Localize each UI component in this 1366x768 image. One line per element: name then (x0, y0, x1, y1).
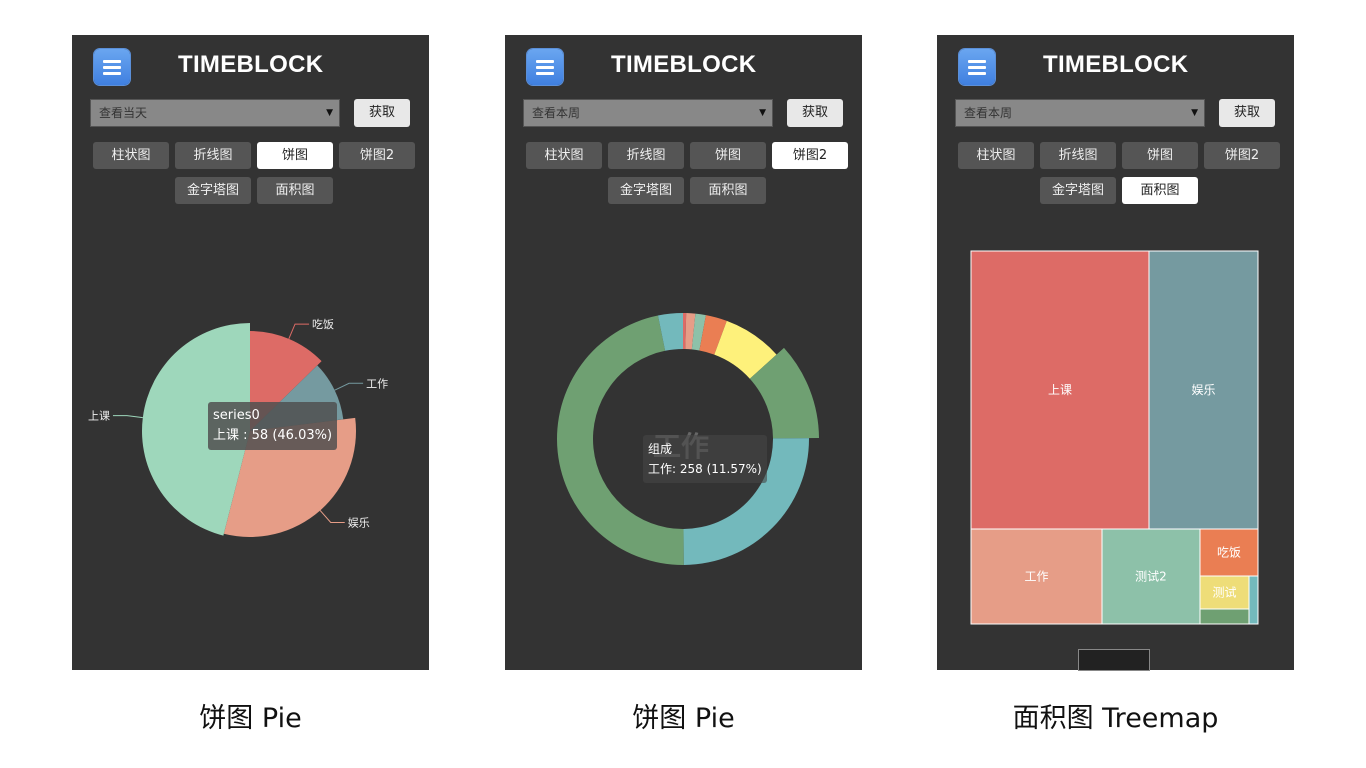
treemap-label: 工作 (1024, 570, 1048, 584)
slice-label: 上课 (88, 410, 110, 423)
breadcrumb[interactable] (1078, 649, 1150, 671)
treemap-chart[interactable]: 上课 娱乐工作 测试2 吃饭测试 (937, 35, 1294, 670)
pie-panel: TIMEBLOCK 查看当天 ▼ 获取 柱状图 折线图 饼图 饼图2 金字塔图 … (72, 35, 429, 670)
label-leader-line (288, 323, 310, 340)
tooltip-value: 上课 : 58 (46.03%) (213, 428, 333, 443)
treemap-label: 上课 (1048, 383, 1072, 397)
chart-tooltip: 组成 工作: 258 (11.57%) (643, 435, 767, 483)
tooltip-title: 组成 (648, 442, 673, 456)
label-leader-line (334, 382, 364, 391)
slice-label: 吃饭 (312, 318, 334, 331)
slice-label: 工作 (366, 377, 388, 390)
donut-panel: TIMEBLOCK 查看本周 ▼ 获取 柱状图 折线图 饼图 饼图2 金字塔图 … (505, 35, 862, 670)
tooltip-title: series0 (213, 408, 260, 423)
treemap-label: 吃饭 (1217, 546, 1241, 560)
tooltip-value: 工作: 258 (11.57%) (648, 462, 762, 476)
treemap-label: 测试 (1212, 585, 1236, 600)
treemap-tile[interactable] (1199, 608, 1250, 625)
treemap-panel: TIMEBLOCK 查看本周 ▼ 获取 柱状图 折线图 饼图 饼图2 金字塔图 … (937, 35, 1294, 671)
pie-chart[interactable]: 吃饭工作娱乐 上课 (72, 35, 429, 670)
label-leader-line (112, 415, 143, 419)
treemap-label: 测试2 (1135, 569, 1167, 584)
treemap-label: 娱乐 (1191, 383, 1215, 397)
caption-treemap: 面积图 Treemap (1012, 703, 1219, 734)
caption-pie: 饼图 Pie (199, 703, 302, 734)
chart-tooltip: series0 上课 : 58 (46.03%) (208, 402, 338, 450)
caption-donut: 饼图 Pie (632, 703, 735, 734)
donut-chart[interactable] (505, 35, 862, 670)
label-leader-line (319, 510, 345, 523)
slice-label: 娱乐 (348, 515, 370, 529)
treemap-tile[interactable] (1248, 575, 1259, 625)
